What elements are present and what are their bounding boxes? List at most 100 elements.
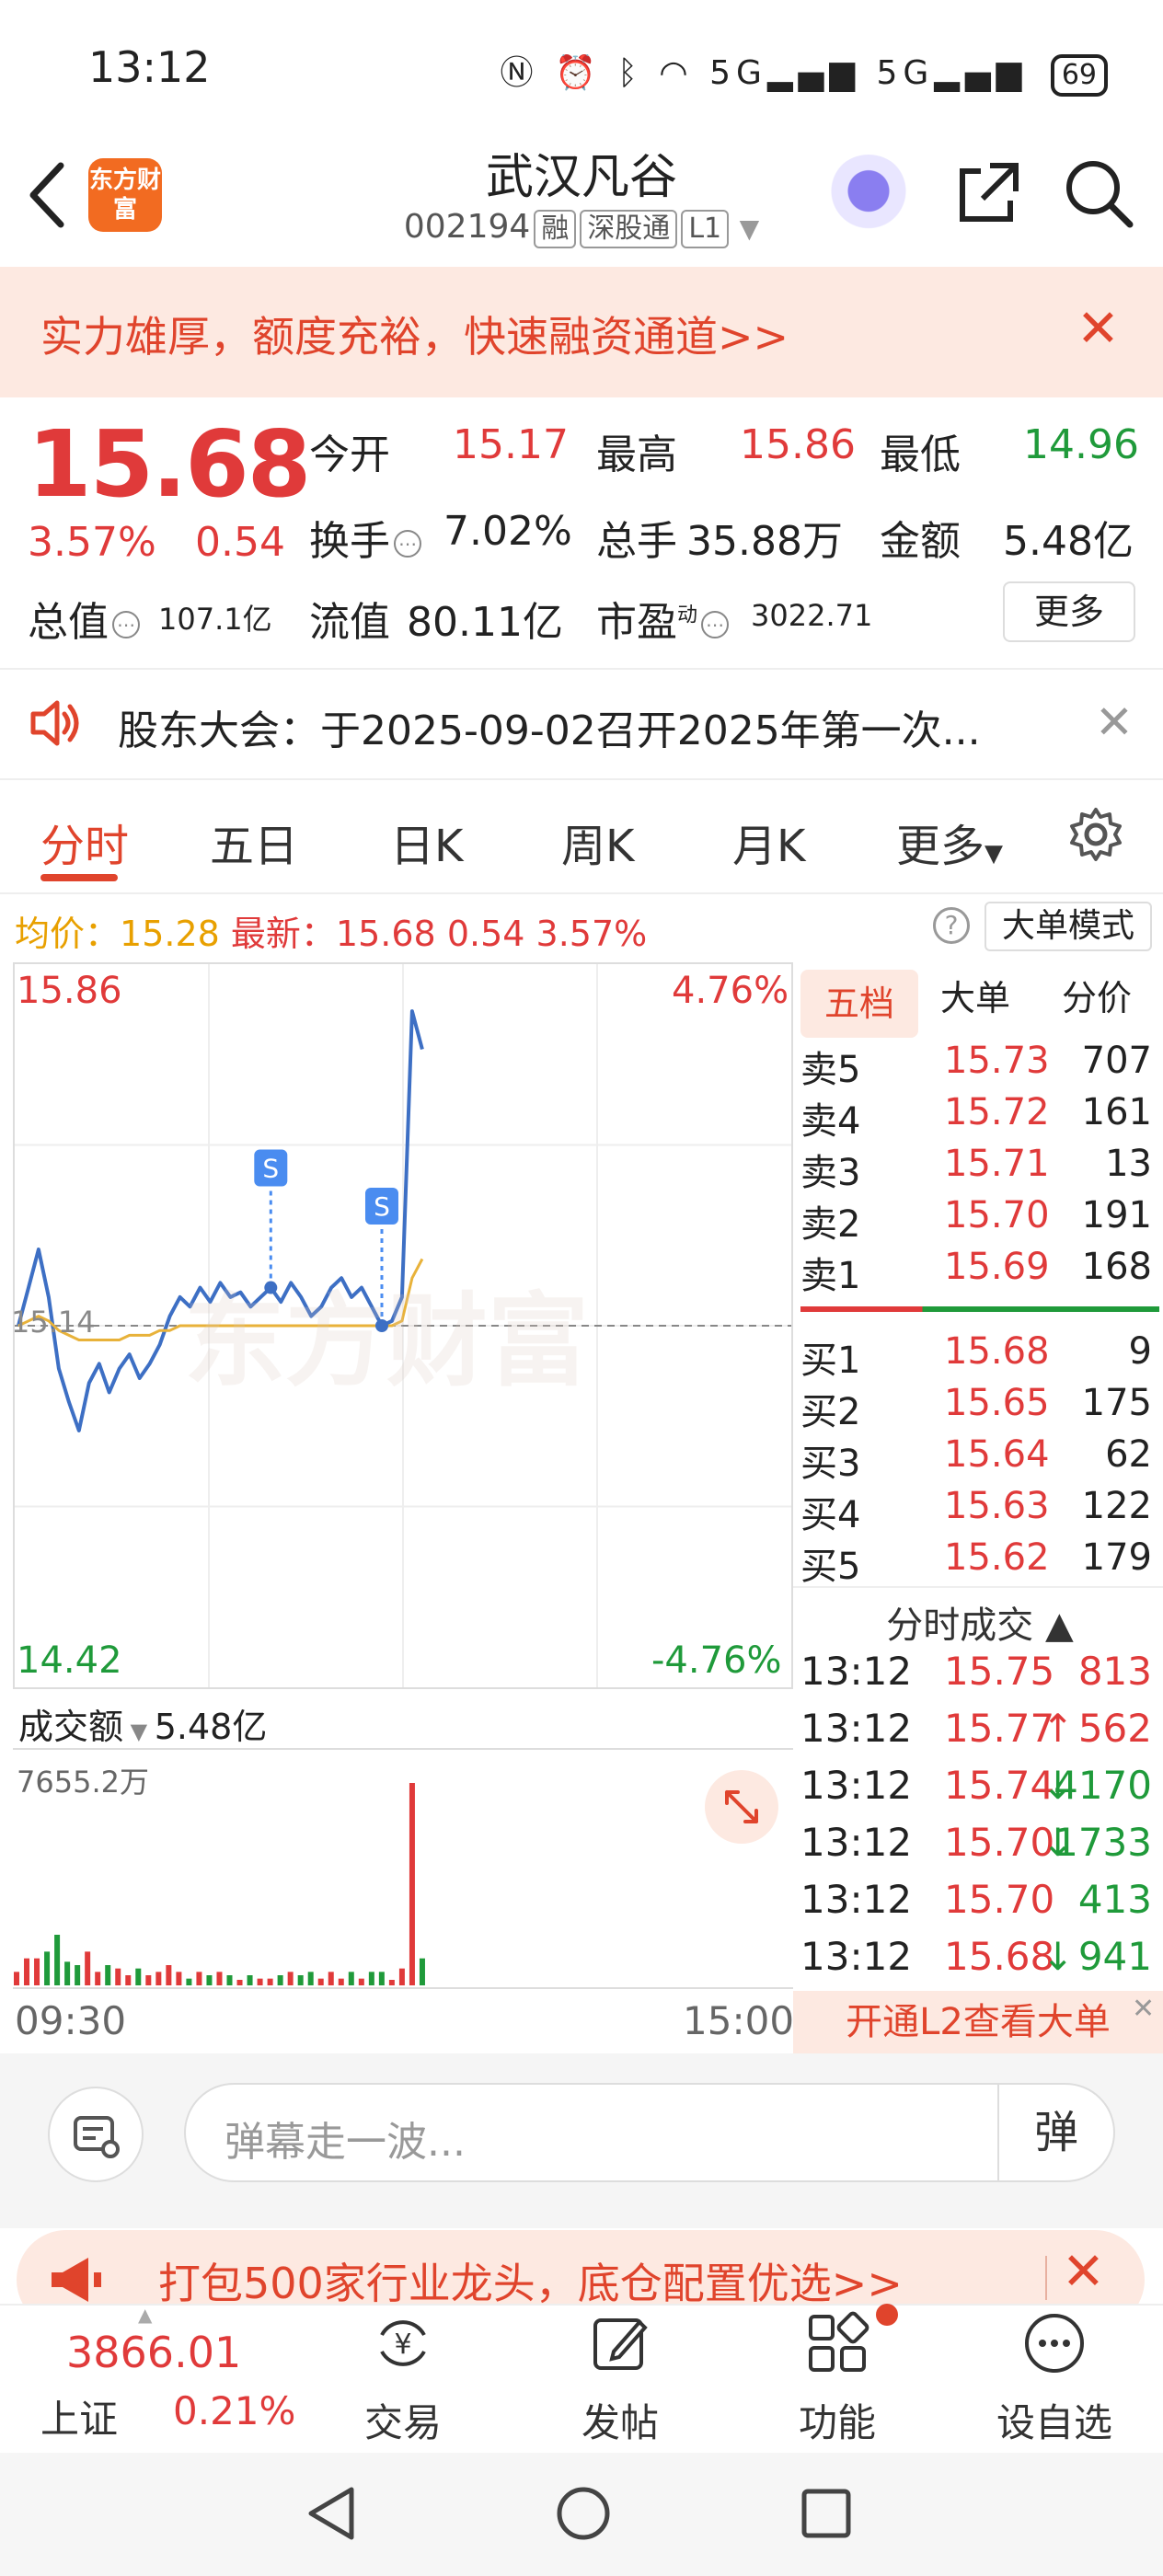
volume-bar <box>388 1980 395 1985</box>
alarm-icon: ⏰ <box>554 54 602 92</box>
promo-banner-text[interactable]: 实力雄厚，额度充裕，快速融资通道>> <box>40 304 789 364</box>
volume-bar <box>368 1972 374 1985</box>
ask-row: 卖1 15.69 168 <box>800 1246 1152 1297</box>
volume-bar <box>196 1972 202 1985</box>
volume-bar <box>409 1783 415 1985</box>
close-icon[interactable]: ✕ <box>1062 2245 1105 2300</box>
tag-level: L1 <box>681 210 730 248</box>
volume-bar <box>419 1958 425 1985</box>
volume-bar <box>267 1978 273 1985</box>
home-nav-icon[interactable] <box>554 2484 613 2543</box>
tab-weekly-k[interactable]: 周K <box>561 810 634 874</box>
amount-label: 金额 <box>880 518 961 565</box>
close-icon[interactable]: ✕ <box>1095 696 1134 749</box>
volume-bar <box>135 1968 142 1985</box>
edit-icon <box>593 2318 648 2370</box>
low-value: 14.96 <box>1023 421 1139 468</box>
close-icon[interactable]: ✕ <box>1077 304 1120 355</box>
ask-row: 卖2 15.70 191 <box>800 1194 1152 1246</box>
ask-row: 卖5 15.73 707 <box>800 1040 1152 1091</box>
info-icon[interactable]: ⋯ <box>701 611 730 638</box>
pe-label: 市盈动 ⋯ <box>596 589 730 648</box>
index-name[interactable]: 上证 <box>40 2388 118 2444</box>
grid-icon <box>809 2311 869 2372</box>
volume-bar <box>64 1961 71 1985</box>
meeting-notice[interactable]: 股东大会：于2025-09-02召开2025年第一次... <box>118 697 981 756</box>
volume-bar <box>338 1978 344 1985</box>
recents-nav-icon[interactable] <box>800 2488 852 2539</box>
nfc-icon: Ⓝ <box>500 54 539 92</box>
turnover-value: 7.02% <box>443 508 572 555</box>
volume-bar <box>247 1975 253 1985</box>
volume-bar <box>176 1972 182 1985</box>
tab-monthly-k[interactable]: 月K <box>732 810 805 874</box>
volume-selector[interactable]: 成交额 ▼ 5.48亿 <box>18 1698 267 1749</box>
latest-change: 0.54 <box>446 914 525 954</box>
volume-bar <box>125 1975 132 1985</box>
status-icons: Ⓝ ⏰ ᛒ ◠ 5G▂▄▆ 5G▂▄▆ 69 <box>500 46 1108 97</box>
nav-add-favorite[interactable]: 设自选 <box>981 2311 1128 2448</box>
danmu-send-button[interactable]: 弹 <box>997 2085 1113 2180</box>
high-value: 15.86 <box>740 421 856 468</box>
dropdown-icon: ▼ <box>123 1719 155 1744</box>
reference-price: 15.14 <box>11 1305 96 1340</box>
volume-bar <box>75 1965 81 1985</box>
search-icon[interactable] <box>1062 156 1135 230</box>
help-icon[interactable]: ? <box>933 907 970 944</box>
volume-bar <box>277 1975 283 1985</box>
bid-row: 买3 15.64 62 <box>800 1433 1152 1485</box>
open-l2-button[interactable]: 开通L2查看大单 <box>793 1991 1163 2053</box>
tick-row: 13:12 15.68 ↓ 941 <box>800 1934 1152 1979</box>
divider <box>0 892 1163 894</box>
volume-bar <box>307 1972 314 1985</box>
assistant-robot-icon[interactable] <box>828 155 909 236</box>
gear-icon[interactable] <box>1067 806 1124 863</box>
close-icon[interactable]: ✕ <box>1132 1993 1155 2025</box>
big-order-mode-button[interactable]: 大单模式 <box>985 902 1152 951</box>
back-nav-icon[interactable] <box>304 2484 359 2543</box>
volume-bar <box>297 1975 304 1985</box>
tab-more[interactable]: 更多▼ <box>896 810 1003 874</box>
info-icon[interactable]: ⋯ <box>112 611 140 638</box>
tab-big-orders[interactable]: 大单 <box>940 970 1010 1020</box>
tab-daily-k[interactable]: 日K <box>390 810 463 874</box>
signal-bars-icon-2: ▂▄▆ <box>934 54 1028 92</box>
divider <box>793 1586 1163 1588</box>
tag-connect: 深股通 <box>580 210 678 248</box>
expand-icon[interactable] <box>705 1770 778 1844</box>
nav-functions[interactable]: 功能 <box>764 2311 911 2448</box>
more-button[interactable]: 更多 <box>1003 581 1135 642</box>
tab-five-day[interactable]: 五日 <box>210 810 298 874</box>
volume-bar <box>206 1975 213 1985</box>
time-axis-start: 09:30 <box>15 1998 127 2043</box>
danmu-settings-icon[interactable] <box>48 2087 144 2182</box>
latest-pct: 3.57% <box>535 914 648 954</box>
volume-value: 35.88万 <box>686 518 843 565</box>
volume-bar <box>287 1972 294 1985</box>
tab-five-levels[interactable]: 五档 <box>800 970 918 1038</box>
time-axis-end: 15:00 <box>683 1998 795 2043</box>
ask-row: 卖3 15.71 13 <box>800 1143 1152 1194</box>
volume-bar <box>85 1951 91 1985</box>
index-value[interactable]: 3866.01 <box>66 2328 241 2377</box>
avg-price: 15.28 <box>120 914 220 954</box>
nav-trade[interactable]: ¥ 交易 <box>329 2311 477 2448</box>
info-icon[interactable]: ⋯ <box>394 530 421 558</box>
y-axis-low: 14.42 <box>17 1639 122 1682</box>
index-pct[interactable]: 0.21% <box>173 2388 295 2433</box>
volume-bar <box>166 1965 172 1985</box>
pct-axis-high: 4.76% <box>672 970 789 1012</box>
promo-ad-text[interactable]: 打包500家行业龙头，底仓配置优选>> <box>158 2250 903 2311</box>
bid-row: 买1 15.68 9 <box>800 1330 1152 1382</box>
tab-price-dist[interactable]: 分价 <box>1062 970 1132 1020</box>
volume-bar <box>378 1972 385 1985</box>
nav-post[interactable]: 发帖 <box>547 2311 694 2448</box>
tab-intraday[interactable]: 分时 <box>40 810 129 874</box>
tick-row: 13:12 15.70 ↓ 1733 <box>800 1820 1152 1865</box>
volume-bar <box>34 1958 40 1985</box>
yuan-icon: ¥ <box>380 2320 426 2366</box>
share-icon[interactable] <box>953 158 1023 228</box>
bluetooth-icon: ᛒ <box>617 54 643 92</box>
wifi-icon: ◠ <box>659 54 694 92</box>
tick-trades-title[interactable]: 分时成交 ▲ <box>800 1595 1159 1649</box>
